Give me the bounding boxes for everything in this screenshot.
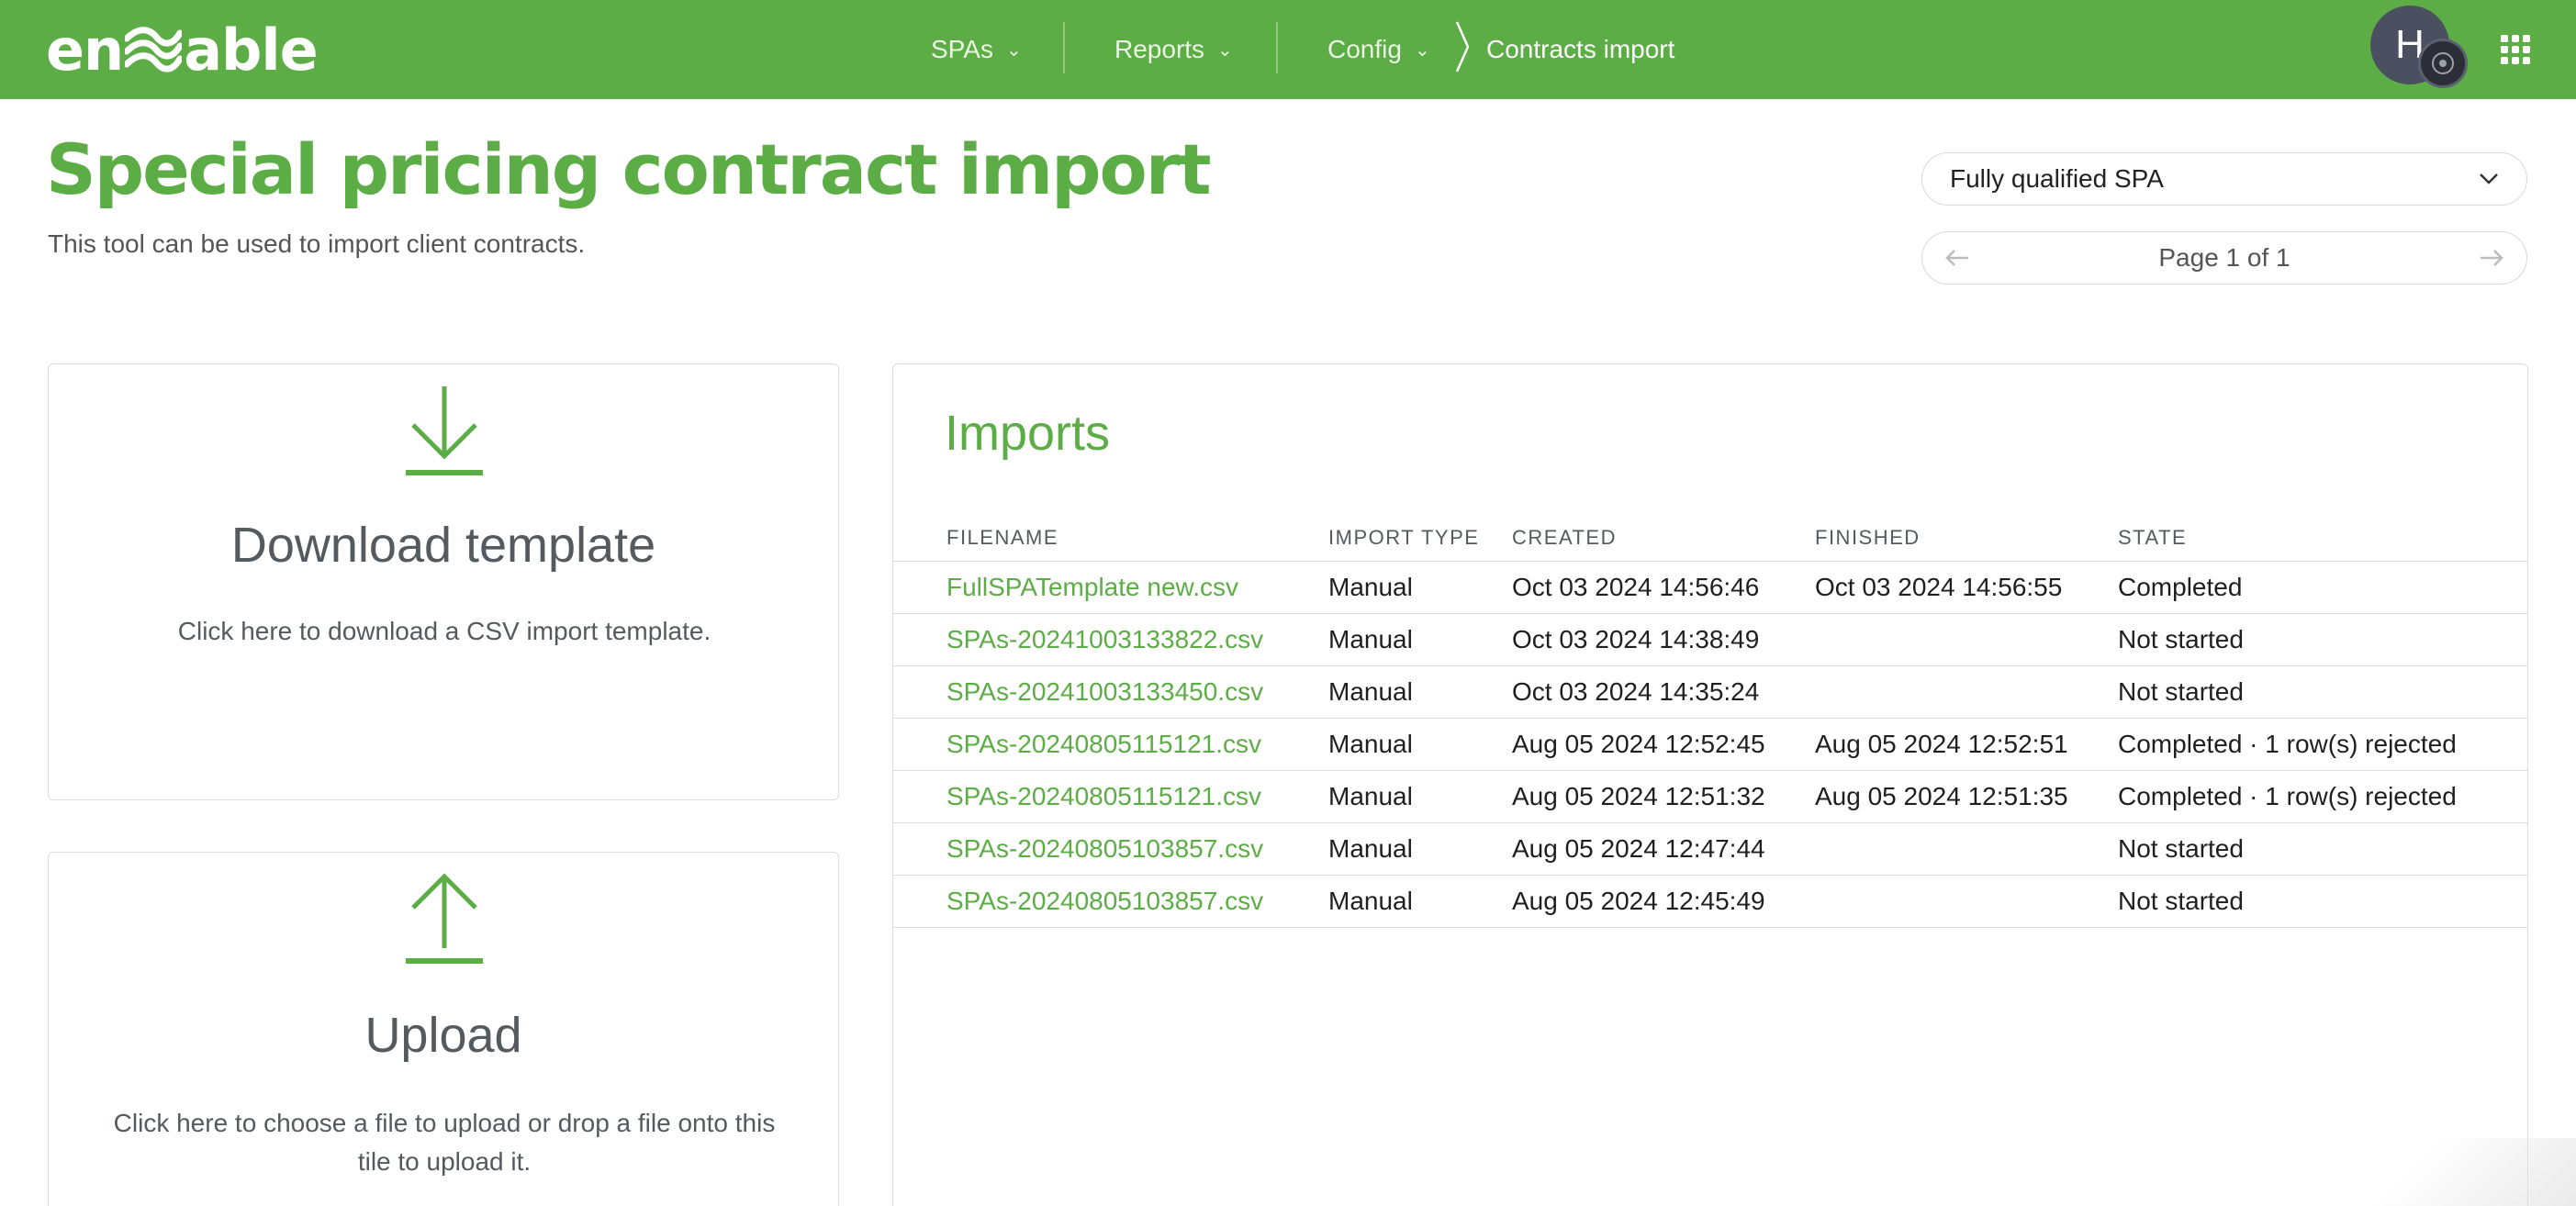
created-cell: Oct 03 2024 14:35:24 [1512,665,1815,719]
top-navigation-bar: en able SPAs ⌄ Reports ⌄ Config ⌄ Contra… [0,0,2576,99]
previous-page-arrow-icon[interactable] [1944,248,1970,268]
breadcrumb-chevron-icon [1455,21,1470,73]
nav-spas[interactable]: SPAs ⌄ [931,0,1022,99]
finished-cell: Oct 03 2024 14:56:55 [1815,561,2118,614]
import-type-cell: Manual [1328,770,1512,823]
import-type-cell: Manual [1328,875,1512,928]
column-header-state[interactable]: STATE [2118,515,2527,562]
state-cell: Completed · 1 row(s) rejected [2118,770,2527,823]
nav-config-label: Config [1327,35,1402,63]
page-indicator: Page 1 of 1 [2158,243,2290,272]
column-header-created[interactable]: CREATED [1512,515,1815,562]
table-row: SPAs-20240805115121.csv Manual Aug 05 20… [893,770,2527,823]
column-header-filename[interactable]: FILENAME [893,515,1328,562]
finished-cell [1815,822,2118,876]
imports-table: FILENAME IMPORT TYPE CREATED FINISHED ST… [893,515,2527,928]
state-cell: Not started [2118,665,2527,719]
page-subtitle: This tool can be used to import client c… [48,229,586,258]
nav-reports[interactable]: Reports ⌄ [1114,0,1233,99]
state-cell: Not started [2118,875,2527,928]
filename-link[interactable]: FullSPATemplate new.csv [893,561,1328,614]
import-type-cell: Manual [1328,665,1512,719]
state-cell: Not started [2118,822,2527,876]
created-cell: Oct 03 2024 14:38:49 [1512,613,1815,666]
breadcrumb-current: Contracts import [1486,35,1675,63]
filename-link[interactable]: SPAs-20240805115121.csv [893,770,1328,823]
corner-shadow [2295,1138,2576,1206]
imports-panel: Imports FILENAME IMPORT TYPE CREATED FIN… [892,363,2528,1206]
finished-cell: Aug 05 2024 12:51:35 [1815,770,2118,823]
enable-logo[interactable]: en able [46,13,319,86]
page-title: Special pricing contract import [46,128,1212,210]
pagination: Page 1 of 1 [1921,231,2527,285]
upload-icon [406,873,483,964]
table-row: SPAs-20241003133822.csv Manual Oct 03 20… [893,613,2527,666]
chevron-down-icon: ⌄ [1005,39,1022,61]
finished-cell: Aug 05 2024 12:52:51 [1815,718,2118,771]
filename-link[interactable]: SPAs-20240805103857.csv [893,822,1328,876]
import-type-cell: Manual [1328,822,1512,876]
download-template-title: Download template [230,518,656,573]
imports-title: Imports [945,406,1111,461]
filename-link[interactable]: SPAs-20241003133822.csv [893,613,1328,666]
chevron-down-icon: ⌄ [1414,39,1430,61]
download-template-description: Click here to download a CSV import temp… [177,617,711,645]
import-type-cell: Manual [1328,613,1512,666]
table-row: SPAs-20240805103857.csv Manual Aug 05 20… [893,822,2527,876]
filename-link[interactable]: SPAs-20240805115121.csv [893,718,1328,771]
avatar-badge-icon [2418,39,2468,88]
nav-divider [1276,22,1278,73]
nav-reports-label: Reports [1114,35,1205,63]
created-cell: Oct 03 2024 14:56:46 [1512,561,1815,614]
table-row: SPAs-20240805115121.csv Manual Aug 05 20… [893,718,2527,771]
chevron-down-icon [2480,173,2498,184]
nav-divider [1063,22,1065,73]
created-cell: Aug 05 2024 12:45:49 [1512,875,1815,928]
nav-spas-button[interactable]: SPAs ⌄ [931,35,1022,64]
upload-title: Upload [364,1008,522,1063]
next-page-arrow-icon[interactable] [2479,248,2504,268]
spa-type-select-value: Fully qualified SPA [1950,164,2164,193]
logo-text-left: en [46,16,124,84]
created-cell: Aug 05 2024 12:47:44 [1512,822,1815,876]
table-header-row: FILENAME IMPORT TYPE CREATED FINISHED ST… [893,515,2527,562]
column-header-import-type[interactable]: IMPORT TYPE [1328,515,1512,562]
chevron-down-icon: ⌄ [1217,39,1233,61]
nav-config[interactable]: Config ⌄ [1327,0,1430,99]
table-row: FullSPATemplate new.csv Manual Oct 03 20… [893,561,2527,614]
table-row: SPAs-20241003133450.csv Manual Oct 03 20… [893,665,2527,719]
logo-text-right: able [184,16,319,84]
nav-config-button[interactable]: Config ⌄ [1327,35,1430,64]
state-cell: Completed [2118,561,2527,614]
finished-cell [1815,665,2118,719]
finished-cell [1815,613,2118,666]
nav-spas-label: SPAs [931,35,993,63]
table-row: SPAs-20240805103857.csv Manual Aug 05 20… [893,875,2527,928]
created-cell: Aug 05 2024 12:51:32 [1512,770,1815,823]
import-type-cell: Manual [1328,561,1512,614]
logo-wave-icon [125,27,183,73]
state-cell: Completed · 1 row(s) rejected [2118,718,2527,771]
spa-type-select[interactable]: Fully qualified SPA [1921,152,2527,206]
state-cell: Not started [2118,613,2527,666]
column-header-finished[interactable]: FINISHED [1815,515,2118,562]
upload-tile[interactable]: Upload Click here to choose a file to up… [48,852,839,1206]
import-type-cell: Manual [1328,718,1512,771]
filename-link[interactable]: SPAs-20241003133450.csv [893,665,1328,719]
download-template-tile[interactable]: Download template Click here to download… [48,363,839,800]
finished-cell [1815,875,2118,928]
download-icon [406,386,483,475]
upload-description: Click here to choose a file to upload or… [113,1109,776,1176]
filename-link[interactable]: SPAs-20240805103857.csv [893,875,1328,928]
nav-reports-button[interactable]: Reports ⌄ [1114,35,1233,64]
apps-grid-icon[interactable] [2501,35,2530,64]
created-cell: Aug 05 2024 12:52:45 [1512,718,1815,771]
